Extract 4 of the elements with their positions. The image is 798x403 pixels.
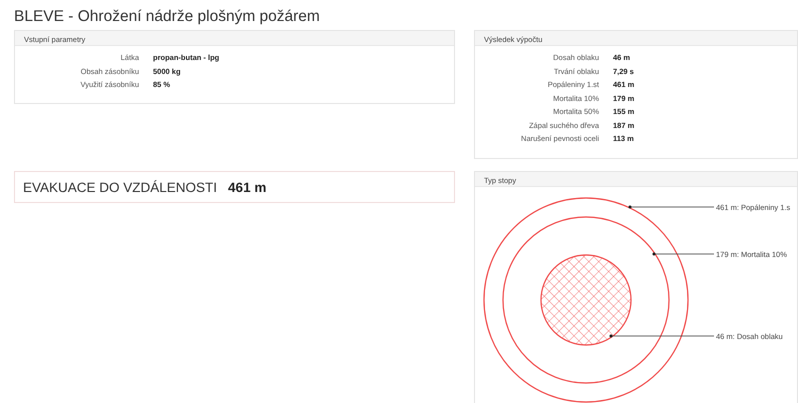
evacuation-label: EVAKUACE DO VZDÁLENOSTI (23, 180, 218, 194)
leader-line (652, 252, 714, 256)
page-title: BLEVE - Ohrožení nádrže plošným požárem (13, 7, 321, 27)
evacuation-value: 461 m (228, 180, 266, 194)
